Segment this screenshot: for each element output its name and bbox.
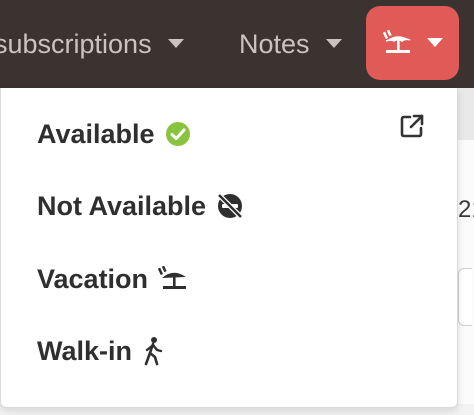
chevron-down-icon — [325, 39, 342, 48]
do-not-disturb-icon — [217, 193, 243, 219]
background-stripe — [458, 88, 474, 140]
background-text-fragment: 21 — [458, 196, 474, 223]
menu-item-vacation[interactable]: Vacation — [37, 257, 188, 301]
check-circle-icon — [165, 122, 190, 146]
nav-notes-label: Notes — [239, 28, 310, 59]
menu-item-label: Vacation — [37, 263, 149, 294]
menu-item-label: Not Available — [37, 190, 207, 221]
menu-item-walk-in[interactable]: Walk-in — [37, 329, 164, 373]
menu-item-label: Walk-in — [37, 335, 133, 366]
top-nav-bar: subscriptions Notes — [0, 0, 474, 88]
menu-item-not-available[interactable]: Not Available — [37, 184, 244, 228]
walking-person-icon — [144, 337, 163, 366]
page: subscriptions Notes 2 Available Not Avai… — [0, 0, 474, 415]
beach-umbrella-icon — [158, 266, 187, 289]
menu-item-available[interactable]: Available — [37, 112, 191, 156]
background-input-fragment — [458, 268, 472, 326]
menu-item-label: Available — [37, 118, 155, 149]
nav-subscriptions-label: subscriptions — [0, 28, 152, 59]
status-dropdown-menu: Available Not Available Vacation Walk-in — [0, 88, 458, 408]
external-link-icon[interactable] — [399, 113, 425, 139]
status-dropdown-button[interactable] — [366, 6, 459, 80]
nav-notes-dropdown[interactable]: Notes — [239, 0, 342, 88]
chevron-down-icon — [167, 39, 184, 48]
chevron-down-icon — [426, 38, 443, 47]
beach-umbrella-icon — [382, 30, 410, 53]
nav-subscriptions-dropdown[interactable]: subscriptions — [0, 0, 184, 88]
